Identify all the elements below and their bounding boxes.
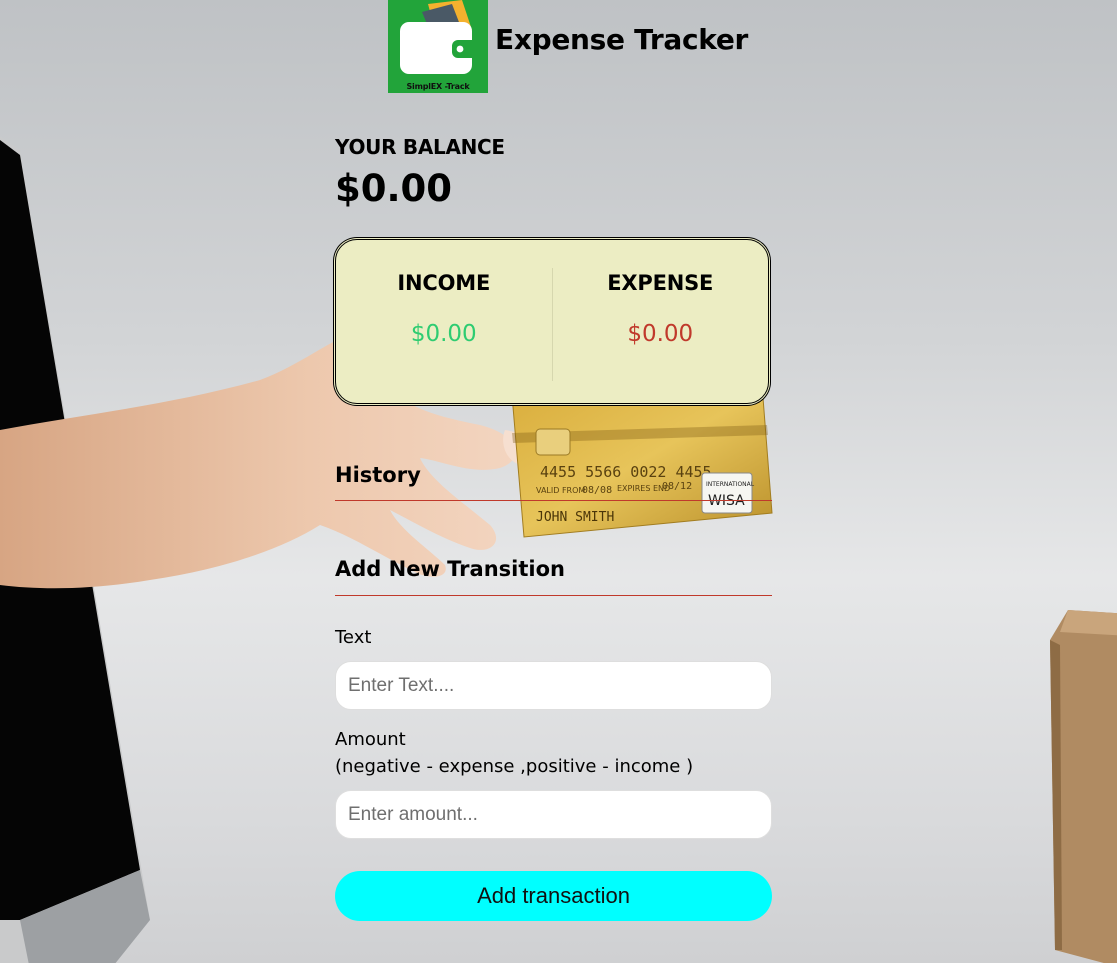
card-holder: JOHN SMITH	[536, 510, 614, 525]
expense-panel: EXPENSE $0.00	[551, 268, 769, 381]
app-logo: SimplEX -Track	[388, 0, 488, 93]
card-valid-from: 08/08	[582, 485, 612, 496]
expense-value: $0.00	[627, 321, 694, 347]
card-brand-note: INTERNATIONAL	[706, 481, 755, 488]
amount-input[interactable]	[335, 790, 772, 839]
paper-bag-illustration	[1050, 610, 1117, 963]
amount-hint-text: (negative - expense ,positive - income )	[335, 756, 694, 777]
income-value: $0.00	[410, 321, 477, 347]
balance-value: $0.00	[335, 167, 453, 210]
card-number: 4455 5566 0022 4455	[540, 463, 712, 481]
card-brand: WISA	[708, 493, 745, 509]
app-title: Expense Tracker	[495, 23, 749, 56]
income-label: INCOME	[397, 271, 491, 295]
add-transaction-divider	[335, 595, 772, 596]
amount-label-text: Amount	[335, 729, 406, 750]
history-title: History	[335, 463, 421, 487]
history-divider	[335, 500, 772, 501]
balance-label: YOUR BALANCE	[335, 135, 505, 159]
text-field-label: Text	[335, 627, 372, 648]
wallet-icon	[400, 0, 478, 74]
expense-label: EXPENSE	[607, 271, 714, 295]
add-transaction-title: Add New Transition	[335, 557, 565, 581]
income-panel: INCOME $0.00	[336, 268, 552, 381]
svg-text:VALID FROM: VALID FROM	[536, 486, 585, 495]
card-expires: 08/12	[662, 481, 692, 492]
text-input[interactable]	[335, 661, 772, 710]
credit-card-illustration: 4455 5566 0022 4455 VALID FROM 08/08 EXP…	[512, 385, 773, 538]
add-transaction-button[interactable]: Add transaction	[335, 871, 772, 921]
income-expense-summary: INCOME $0.00 EXPENSE $0.00	[335, 239, 769, 404]
amount-field-label: Amount (negative - expense ,positive - i…	[335, 726, 693, 780]
logo-caption: SimplEX -Track	[406, 82, 470, 91]
